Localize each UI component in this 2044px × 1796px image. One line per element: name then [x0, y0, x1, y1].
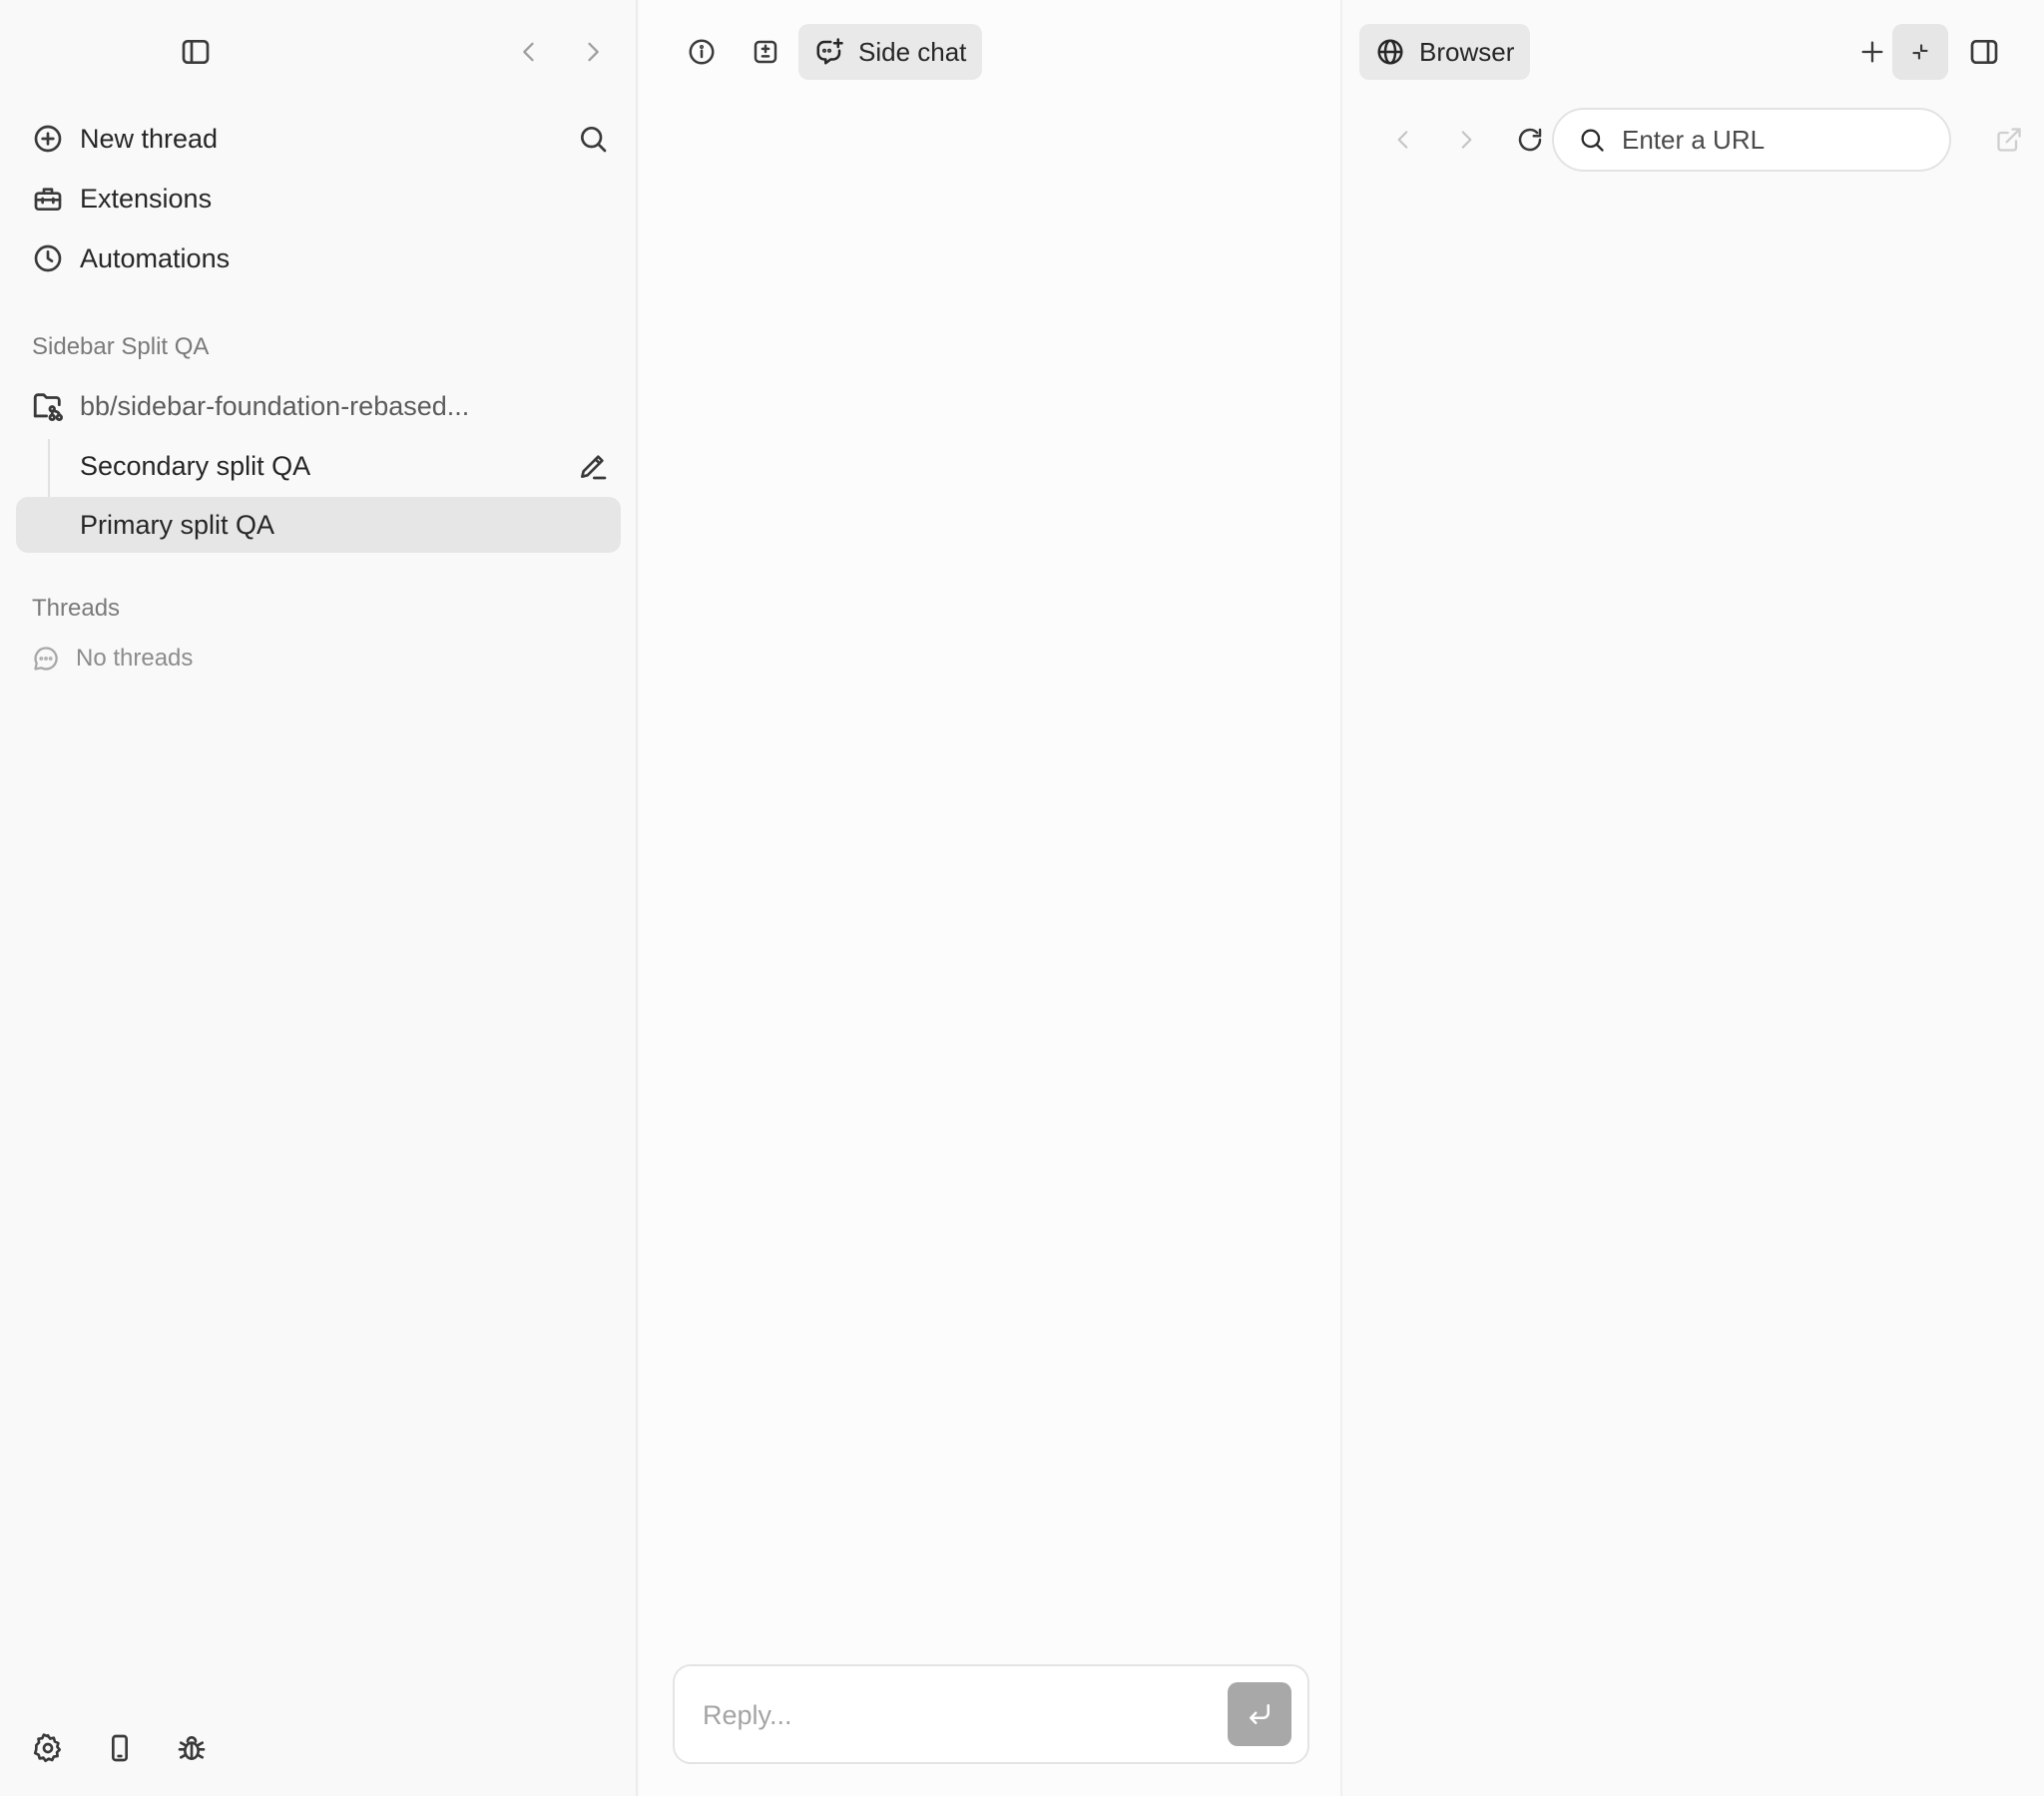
phone-icon: [112, 1734, 128, 1762]
chevron-right-icon: [588, 42, 599, 62]
forward-button[interactable]: [565, 24, 621, 80]
chat-sparkle-icon: [816, 38, 843, 65]
tab-browser-label: Browser: [1419, 36, 1515, 67]
threads-section-title: Threads: [32, 595, 121, 622]
search-icon: [581, 126, 607, 153]
search-icon: [1581, 129, 1604, 152]
browser-forward-button[interactable]: [1438, 112, 1494, 168]
tab-side-chat[interactable]: Side chat: [798, 24, 983, 80]
minimize-icon: [1912, 44, 1928, 60]
settings-button[interactable]: [20, 1720, 76, 1776]
chevron-right-icon: [1461, 131, 1472, 149]
search-button[interactable]: [565, 111, 621, 167]
url-input[interactable]: [1622, 124, 1941, 156]
url-bar[interactable]: [1552, 108, 1951, 172]
new-thread-label: New thread: [80, 123, 219, 154]
edit-thread-button[interactable]: [565, 438, 621, 494]
info-icon: [689, 39, 715, 65]
new-thread-button[interactable]: New thread: [16, 111, 621, 167]
open-external-button[interactable]: [1981, 112, 2037, 168]
thread-item-label: Primary split QA: [80, 509, 275, 540]
reply-input[interactable]: [703, 1690, 1182, 1740]
automations-label: Automations: [80, 242, 231, 273]
chat-bubble-icon: [34, 647, 58, 671]
no-threads-message: No threads: [32, 645, 193, 673]
reply-composer: [673, 1664, 1309, 1764]
project-section-title: Sidebar Split QA: [32, 333, 210, 360]
folder-branch-icon: [16, 389, 80, 423]
toolbox-icon: [16, 183, 80, 215]
reload-button[interactable]: [1502, 112, 1558, 168]
back-button[interactable]: [501, 24, 557, 80]
info-button[interactable]: [674, 24, 730, 80]
external-link-icon: [1997, 128, 2021, 152]
plus-circle-icon: [16, 123, 80, 155]
thread-item-label: Secondary split QA: [80, 450, 311, 481]
send-button[interactable]: [1228, 1682, 1291, 1746]
project-branch-row[interactable]: bb/sidebar-foundation-rebased...: [16, 378, 621, 434]
browser-pane: Browser: [1340, 0, 2044, 1796]
plus-icon: [1861, 41, 1883, 63]
bug-icon: [178, 1736, 206, 1760]
mobile-button[interactable]: [92, 1720, 148, 1776]
branch-label: bb/sidebar-foundation-rebased...: [80, 390, 470, 421]
tab-browser[interactable]: Browser: [1359, 24, 1531, 80]
extensions-label: Extensions: [80, 183, 213, 214]
thread-item-primary[interactable]: Primary split QA: [16, 497, 621, 553]
thread-item-secondary[interactable]: Secondary split QA: [16, 438, 621, 494]
diff-button[interactable]: [738, 24, 793, 80]
browser-back-button[interactable]: [1375, 112, 1431, 168]
right-panel-icon: [1970, 40, 1998, 64]
automations-button[interactable]: Automations: [16, 230, 621, 286]
globe-icon: [1377, 39, 1403, 65]
clock-icon: [16, 242, 80, 274]
no-threads-label: No threads: [76, 645, 194, 672]
gear-icon: [33, 1733, 62, 1763]
tab-side-chat-label: Side chat: [858, 36, 967, 67]
toggle-sidebar-button[interactable]: [168, 24, 224, 80]
sidebar: New thread Extensions Automations Sideba…: [0, 0, 638, 1796]
sidebar-panel-icon: [182, 40, 210, 64]
diff-icon: [754, 40, 777, 64]
chevron-left-icon: [1397, 131, 1408, 149]
return-icon: [1250, 1704, 1270, 1724]
toggle-right-panel-button[interactable]: [1956, 24, 2012, 80]
refresh-icon: [1518, 128, 1542, 152]
debug-button[interactable]: [164, 1720, 220, 1776]
chevron-left-icon: [523, 42, 534, 62]
extensions-button[interactable]: Extensions: [16, 171, 621, 226]
pencil-icon: [581, 455, 607, 480]
side-chat-pane: Side chat: [640, 0, 1340, 1796]
collapse-button[interactable]: [1892, 24, 1948, 80]
